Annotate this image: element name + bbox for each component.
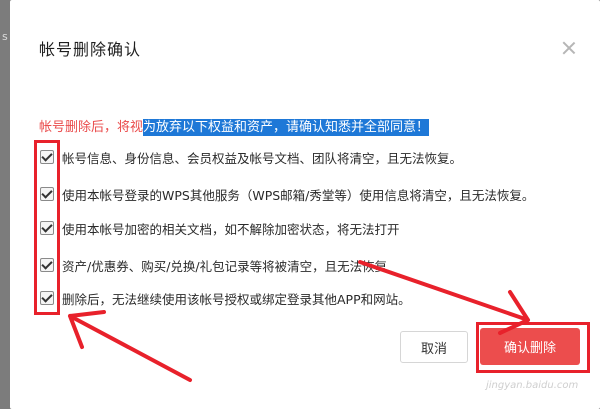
consent-item[interactable]: 使用本帐号加密的相关文档，如不解除加密状态，将无法打开 [40,219,400,237]
consent-item[interactable]: 帐号信息、身份信息、会员权益及帐号文档、团队将清空，且无法恢复。 [40,148,462,166]
confirm-highlight-box [476,322,590,373]
warning-highlighted: 为放弃以下权益和资产，请确认知悉并全部同意！ [143,119,430,136]
consent-item[interactable]: 使用本帐号登录的WPS其他服务（WPS邮箱/秀堂等）使用信息将清空，且无法恢复。 [40,185,534,203]
consent-item-label: 使用本帐号加密的相关文档，如不解除加密状态，将无法打开 [62,221,400,237]
consent-item[interactable]: 删除后，无法继续使用该帐号授权或绑定登录其他APP和网站。 [40,289,411,307]
close-icon[interactable] [562,41,576,55]
warning-message: 帐号删除后，将视为放弃以下权益和资产，请确认知悉并全部同意！ [39,116,430,136]
consent-item[interactable]: 资产/优惠券、购买/兑换/礼包记录等将被清空，且无法恢复 [40,256,387,274]
cancel-button[interactable]: 取消 [400,331,468,363]
consent-item-label: 删除后，无法继续使用该帐号授权或绑定登录其他APP和网站。 [62,291,411,307]
consent-item-label: 帐号信息、身份信息、会员权益及帐号文档、团队将清空，且无法恢复。 [62,150,463,166]
consent-item-label: 使用本帐号登录的WPS其他服务（WPS邮箱/秀堂等）使用信息将清空，且无法恢复。 [62,187,535,203]
dialog-title: 帐号删除确认 [39,40,142,59]
consent-item-label: 资产/优惠券、购买/兑换/礼包记录等将被清空，且无法恢复 [62,258,388,274]
checkbox-highlight-box [34,140,60,315]
warning-prefix: 帐号删除后，将视 [39,120,144,135]
watermark: jingyan.baidu.com [486,380,579,391]
